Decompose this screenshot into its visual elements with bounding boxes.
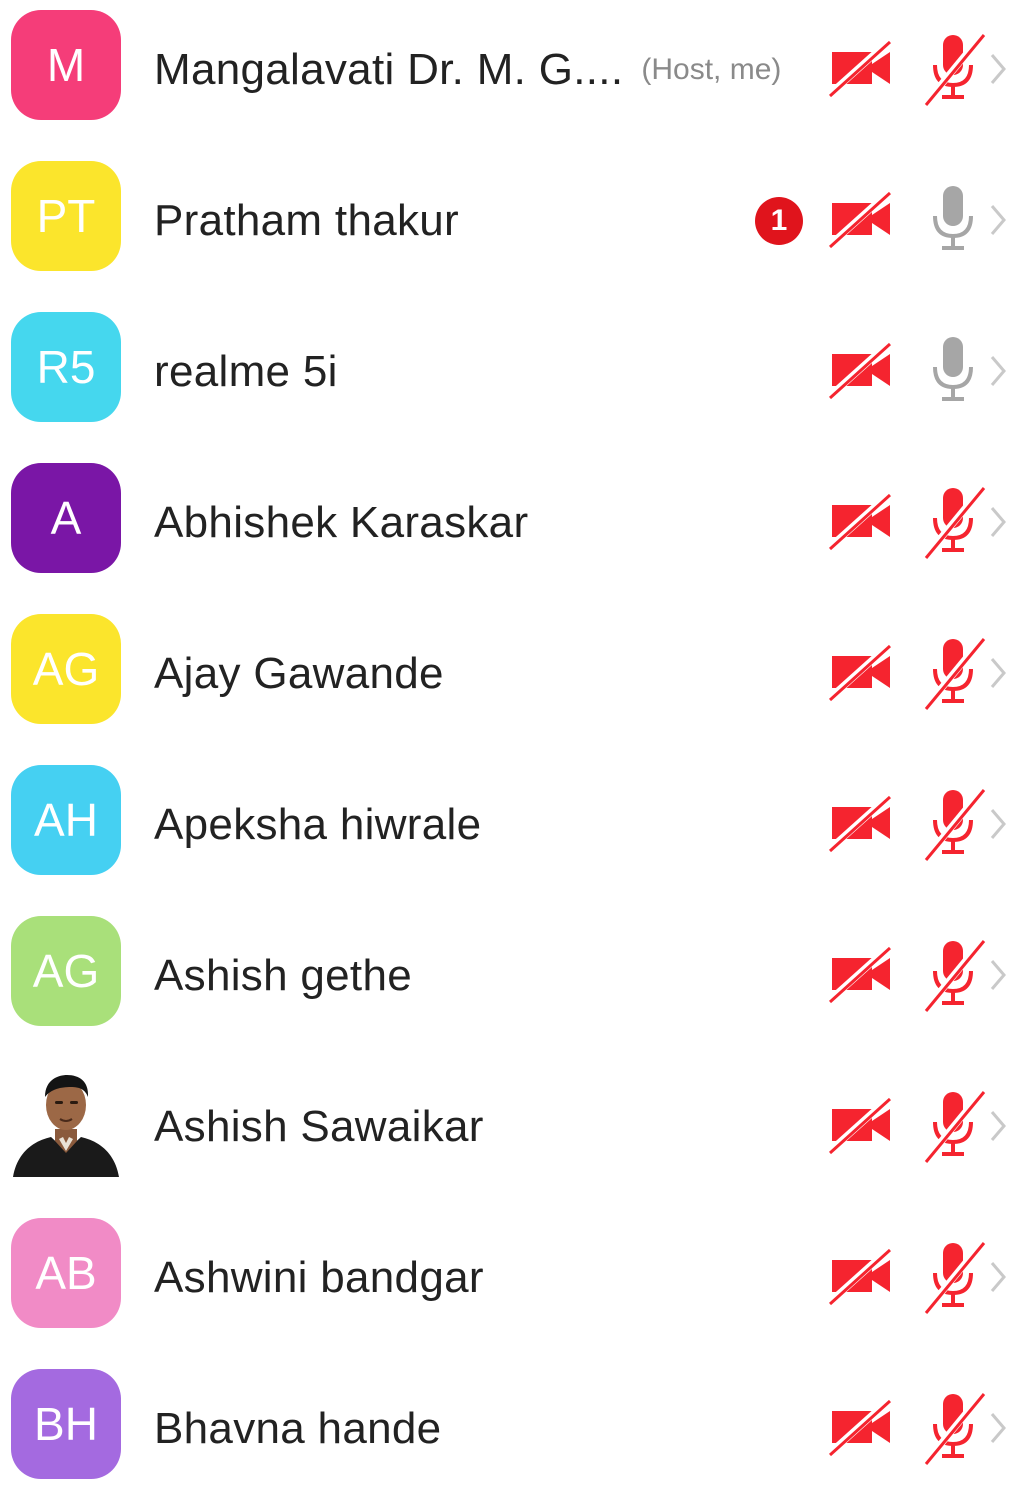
participant-avatar: A [11,463,121,573]
participants-list: M Mangalavati Dr. M. G.... (Host, me) PT… [0,0,1010,1479]
chevron-right-icon[interactable] [986,1408,1010,1448]
participant-name-wrap: Ashish gethe [154,906,412,1046]
participant-name: Ashish Sawaikar [154,1102,484,1151]
participant-name-wrap: Pratham thakur [154,151,459,291]
participant-name: Ashish gethe [154,951,412,1000]
unread-chat-badge: 1 [755,197,803,245]
mic-off-icon[interactable] [918,1088,988,1164]
mic-off-icon[interactable] [918,484,988,560]
mic-off-icon[interactable] [918,937,988,1013]
participant-name-wrap: Ashish Sawaikar [154,1057,484,1197]
participant-avatar: AG [11,614,121,724]
participant-name-wrap: Ashwini bandgar [154,1208,484,1348]
participant-avatar: AH [11,765,121,875]
participant-avatar: M [11,10,121,120]
video-off-icon[interactable] [826,1397,896,1457]
chevron-right-icon[interactable] [986,1106,1010,1146]
chevron-right-icon[interactable] [986,200,1010,240]
mic-off-icon[interactable] [918,1239,988,1315]
video-off-icon[interactable] [826,944,896,1004]
participant-row-ajay[interactable]: AG Ajay Gawande [0,604,1010,755]
video-off-icon[interactable] [826,1095,896,1155]
video-off-icon[interactable] [826,642,896,702]
participant-row-pratham[interactable]: PT Pratham thakur [0,151,1010,302]
chevron-right-icon[interactable] [986,804,1010,844]
chevron-right-icon[interactable] [986,351,1010,391]
video-off-icon[interactable] [826,340,896,400]
participant-name: Abhishek Karaskar [154,498,529,547]
chevron-right-icon[interactable] [986,502,1010,542]
video-off-icon[interactable] [826,1246,896,1306]
participant-row-ashish-gethe[interactable]: AG Ashish gethe [0,906,1010,1057]
participant-row-bhavna[interactable]: BH Bhavna hande [0,1359,1010,1510]
participant-name-wrap: Apeksha hiwrale [154,755,481,895]
participant-row-ashwini[interactable]: AB Ashwini bandgar [0,1208,1010,1359]
participant-name: Pratham thakur [154,196,460,245]
participant-avatar: AG [11,916,121,1026]
mic-icon[interactable] [918,182,988,258]
participant-avatar: AB [11,1218,121,1328]
profile-photo-avatar [11,1067,121,1177]
host-me-tag: (Host, me) [641,53,782,86]
participant-name-wrap: realme 5i [154,302,338,442]
participant-avatar: R5 [11,312,121,422]
mic-icon[interactable] [918,333,988,409]
mic-off-icon[interactable] [918,786,988,862]
participant-avatar: BH [11,1369,121,1479]
participant-row-abhishek[interactable]: A Abhishek Karaskar [0,453,1010,604]
video-off-icon[interactable] [826,189,896,249]
participant-name: Ajay Gawande [154,649,444,698]
participant-avatar: PT [11,161,121,271]
participant-row-apeksha[interactable]: AH Apeksha hiwrale [0,755,1010,906]
participant-name: Ashwini bandgar [154,1253,484,1302]
chevron-right-icon[interactable] [986,653,1010,693]
participant-name: Bhavna hande [154,1404,442,1453]
participant-name-wrap: Bhavna hande [154,1359,441,1499]
video-off-icon[interactable] [826,491,896,551]
chevron-right-icon[interactable] [986,49,1010,89]
participant-row-mangalavati[interactable]: M Mangalavati Dr. M. G.... (Host, me) [0,0,1010,151]
mic-off-icon[interactable] [918,1390,988,1466]
chevron-right-icon[interactable] [986,1257,1010,1297]
participant-name: realme 5i [154,347,338,396]
video-off-icon[interactable] [826,793,896,853]
mic-off-icon[interactable] [918,31,988,107]
participant-name: Apeksha hiwrale [154,800,482,849]
mic-off-icon[interactable] [918,635,988,711]
participant-row-realme[interactable]: R5 realme 5i [0,302,1010,453]
video-off-icon[interactable] [826,38,896,98]
participant-name-wrap: Mangalavati Dr. M. G.... (Host, me) [154,0,781,140]
participant-name-wrap: Ajay Gawande [154,604,444,744]
participant-name: Mangalavati Dr. M. G.... [154,45,624,94]
chevron-right-icon[interactable] [986,955,1010,995]
participant-row-ashish-sawaikar[interactable]: Ashish Sawaikar [0,1057,1010,1208]
participant-name-wrap: Abhishek Karaskar [154,453,528,593]
